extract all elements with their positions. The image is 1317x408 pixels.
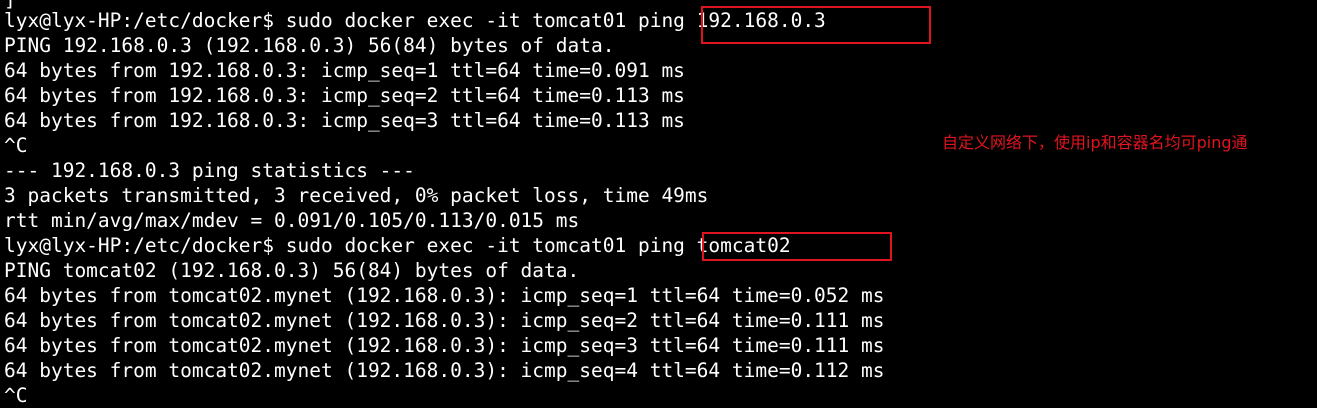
- highlight-box-ping-ip: [701, 6, 931, 44]
- terminal-line-reply: 64 bytes from 192.168.0.3: icmp_seq=2 tt…: [4, 84, 685, 107]
- terminal-line-interrupt: ^C: [4, 134, 28, 157]
- terminal-window[interactable]: ] lyx@lyx-HP:/etc/docker$ sudo docker ex…: [0, 0, 1317, 408]
- terminal-line-ping-header: PING 192.168.0.3 (192.168.0.3) 56(84) by…: [4, 34, 615, 57]
- terminal-line-packet-summary: 3 packets transmitted, 3 received, 0% pa…: [4, 184, 709, 207]
- terminal-line-command-ping-name: lyx@lyx-HP:/etc/docker$ sudo docker exec…: [4, 234, 791, 257]
- terminal-line-ping-header: PING tomcat02 (192.168.0.3) 56(84) bytes…: [4, 259, 580, 282]
- annotation-note: 自定义网络下，使用ip和容器名均可ping通: [942, 133, 1248, 152]
- terminal-line-statistics-header: --- 192.168.0.3 ping statistics ---: [4, 159, 415, 182]
- terminal-line-reply: 64 bytes from tomcat02.mynet (192.168.0.…: [4, 284, 885, 307]
- terminal-line-reply: 64 bytes from tomcat02.mynet (192.168.0.…: [4, 334, 885, 357]
- terminal-line-reply: 64 bytes from tomcat02.mynet (192.168.0.…: [4, 359, 885, 382]
- terminal-line-reply: 64 bytes from 192.168.0.3: icmp_seq=3 tt…: [4, 109, 685, 132]
- terminal-line-reply: 64 bytes from 192.168.0.3: icmp_seq=1 tt…: [4, 59, 685, 82]
- terminal-line-reply: 64 bytes from tomcat02.mynet (192.168.0.…: [4, 309, 885, 332]
- highlight-box-ping-name: [702, 232, 892, 261]
- terminal-line-rtt-summary: rtt min/avg/max/mdev = 0.091/0.105/0.113…: [4, 209, 580, 232]
- terminal-line-interrupt: ^C: [4, 384, 28, 407]
